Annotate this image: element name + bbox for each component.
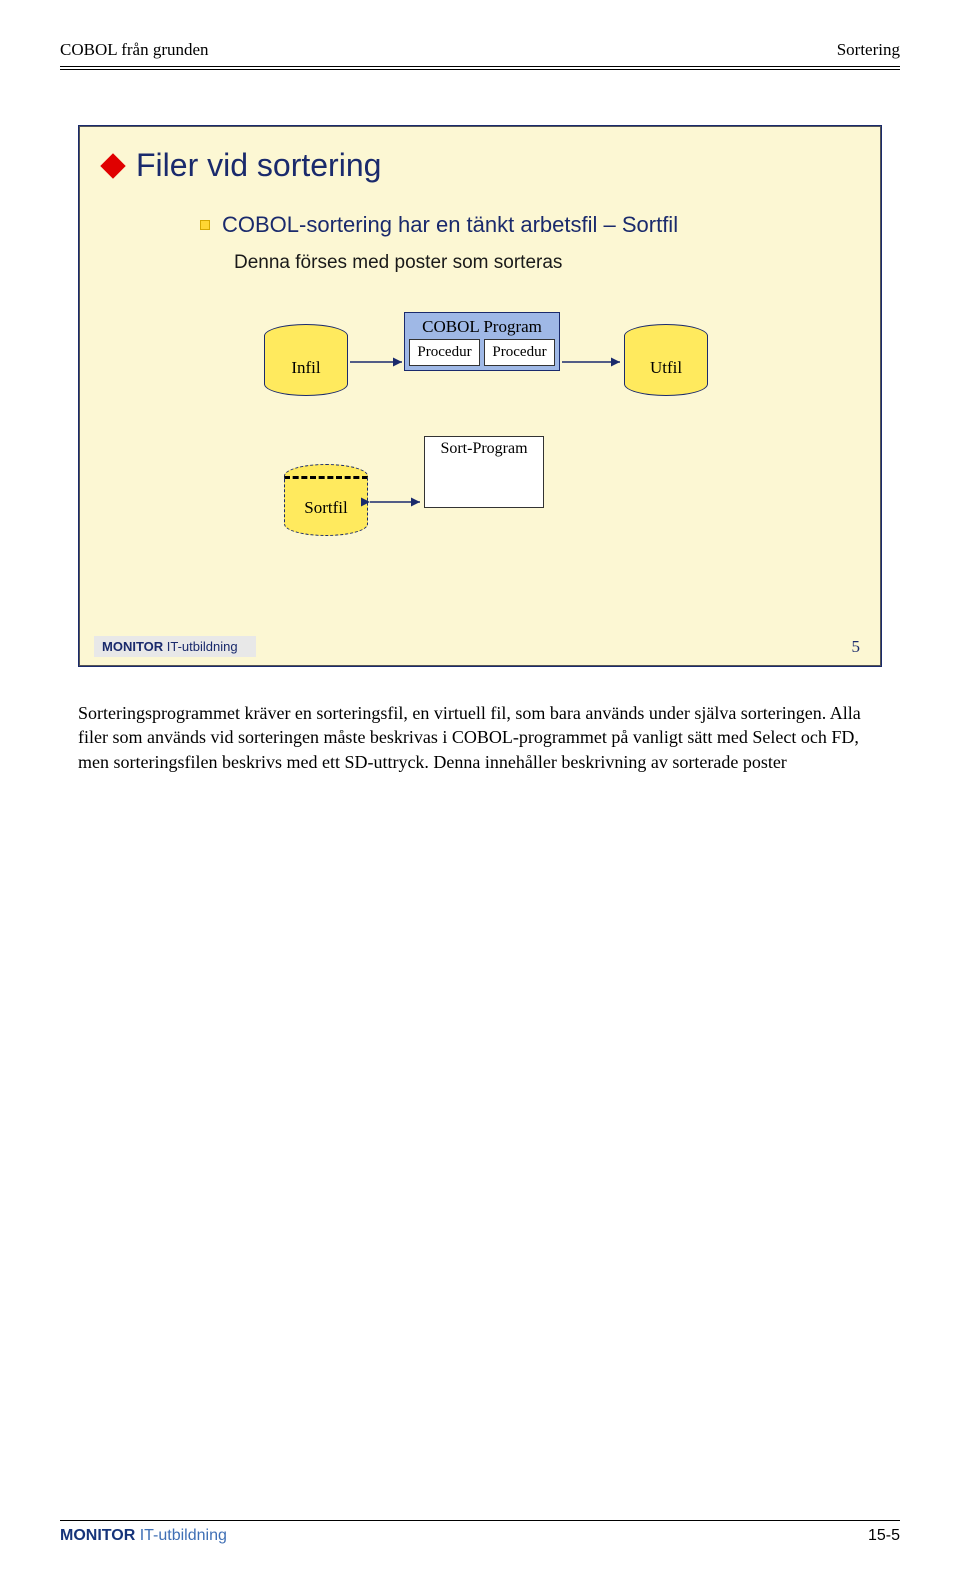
utfil-label: Utfil bbox=[624, 358, 708, 378]
sortfil-cylinder: Sortfil bbox=[284, 476, 368, 536]
slide-footer: MONITOR IT-utbildning 5 bbox=[94, 636, 860, 657]
page-footer: MONITOR IT-utbildning 15-5 bbox=[60, 1520, 900, 1545]
header-left: COBOL från grunden bbox=[60, 40, 209, 60]
footer-brand-rest: IT-utbildning bbox=[135, 1527, 227, 1544]
slide-page-number: 5 bbox=[852, 637, 861, 657]
bullet2-text: Denna förses med poster som sorteras bbox=[234, 252, 562, 273]
body-paragraph: Sorteringsprogrammet kräver en sortering… bbox=[78, 701, 882, 774]
sort-program-box: Sort-Program bbox=[424, 436, 544, 508]
slide-bullet-1: COBOL-sortering har en tänkt arbetsfil –… bbox=[200, 212, 856, 238]
slide-container: Filer vid sortering COBOL-sortering har … bbox=[78, 125, 882, 667]
footer-page-number: 15-5 bbox=[868, 1527, 900, 1545]
page-header: COBOL från grunden Sortering bbox=[60, 40, 900, 64]
utfil-cylinder: Utfil bbox=[624, 336, 708, 396]
header-divider bbox=[60, 66, 900, 70]
header-right: Sortering bbox=[837, 40, 900, 60]
bullet1-text: COBOL-sortering har en tänkt arbetsfil –… bbox=[222, 212, 678, 238]
square-bullet-icon bbox=[200, 220, 210, 230]
cobol-program-box: COBOL Program Procedur Procedur bbox=[404, 312, 560, 371]
slide-title-text: Filer vid sortering bbox=[136, 147, 381, 184]
sort-program-label: Sort-Program bbox=[440, 440, 527, 457]
infil-cylinder: Infil bbox=[264, 336, 348, 396]
procedur-box-2: Procedur bbox=[484, 339, 555, 366]
procedur-box-1: Procedur bbox=[409, 339, 480, 366]
slide-footer-brand: MONITOR IT-utbildning bbox=[94, 636, 256, 657]
slide-brand-bold: MONITOR bbox=[102, 639, 163, 654]
slide-bullet-2: Denna förses med poster som sorteras bbox=[234, 252, 856, 274]
sortfil-label: Sortfil bbox=[284, 498, 368, 518]
cobol-program-label: COBOL Program bbox=[405, 313, 559, 337]
slide-title: Filer vid sortering bbox=[104, 147, 856, 184]
infil-label: Infil bbox=[264, 358, 348, 378]
footer-brand-bold: MONITOR bbox=[60, 1527, 135, 1544]
slide-brand-rest: IT-utbildning bbox=[163, 639, 237, 654]
footer-brand: MONITOR IT-utbildning bbox=[60, 1527, 227, 1545]
slide-diagram: Infil COBOL Program Procedur Procedur Ut… bbox=[104, 306, 856, 566]
footer-divider bbox=[60, 1520, 900, 1521]
diamond-bullet-icon bbox=[100, 153, 125, 178]
